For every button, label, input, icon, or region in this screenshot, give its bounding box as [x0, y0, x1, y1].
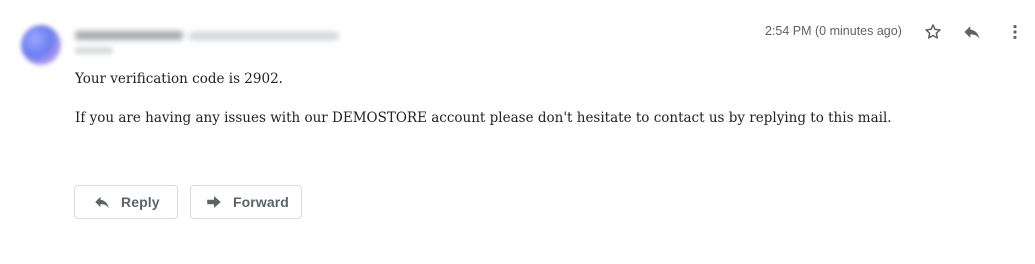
reply-button-label: Reply — [121, 194, 160, 210]
star-icon — [925, 24, 941, 39]
sender-name-redacted — [75, 31, 183, 41]
reply-icon — [964, 26, 980, 39]
star-button[interactable] — [921, 20, 945, 44]
forward-button[interactable]: Forward — [190, 185, 302, 219]
forward-button-label: Forward — [233, 194, 289, 210]
reply-button[interactable]: Reply — [74, 185, 178, 219]
sender-email-redacted — [189, 31, 339, 40]
forward-arrow-icon — [207, 196, 221, 208]
recipient-redacted[interactable] — [75, 47, 113, 54]
more-options-button[interactable] — [1003, 20, 1027, 44]
message-body-line-2: If you are having any issues with our DE… — [75, 110, 892, 126]
message-timestamp: 2:54 PM (0 minutes ago) — [765, 24, 902, 38]
sender-info-redacted — [75, 27, 345, 41]
reply-icon-button[interactable] — [960, 20, 984, 44]
sender-avatar[interactable] — [21, 25, 61, 65]
message-body-line-1: Your verification code is 2902. — [75, 71, 283, 87]
reply-arrow-icon — [95, 196, 109, 208]
more-vert-icon — [1013, 25, 1017, 39]
